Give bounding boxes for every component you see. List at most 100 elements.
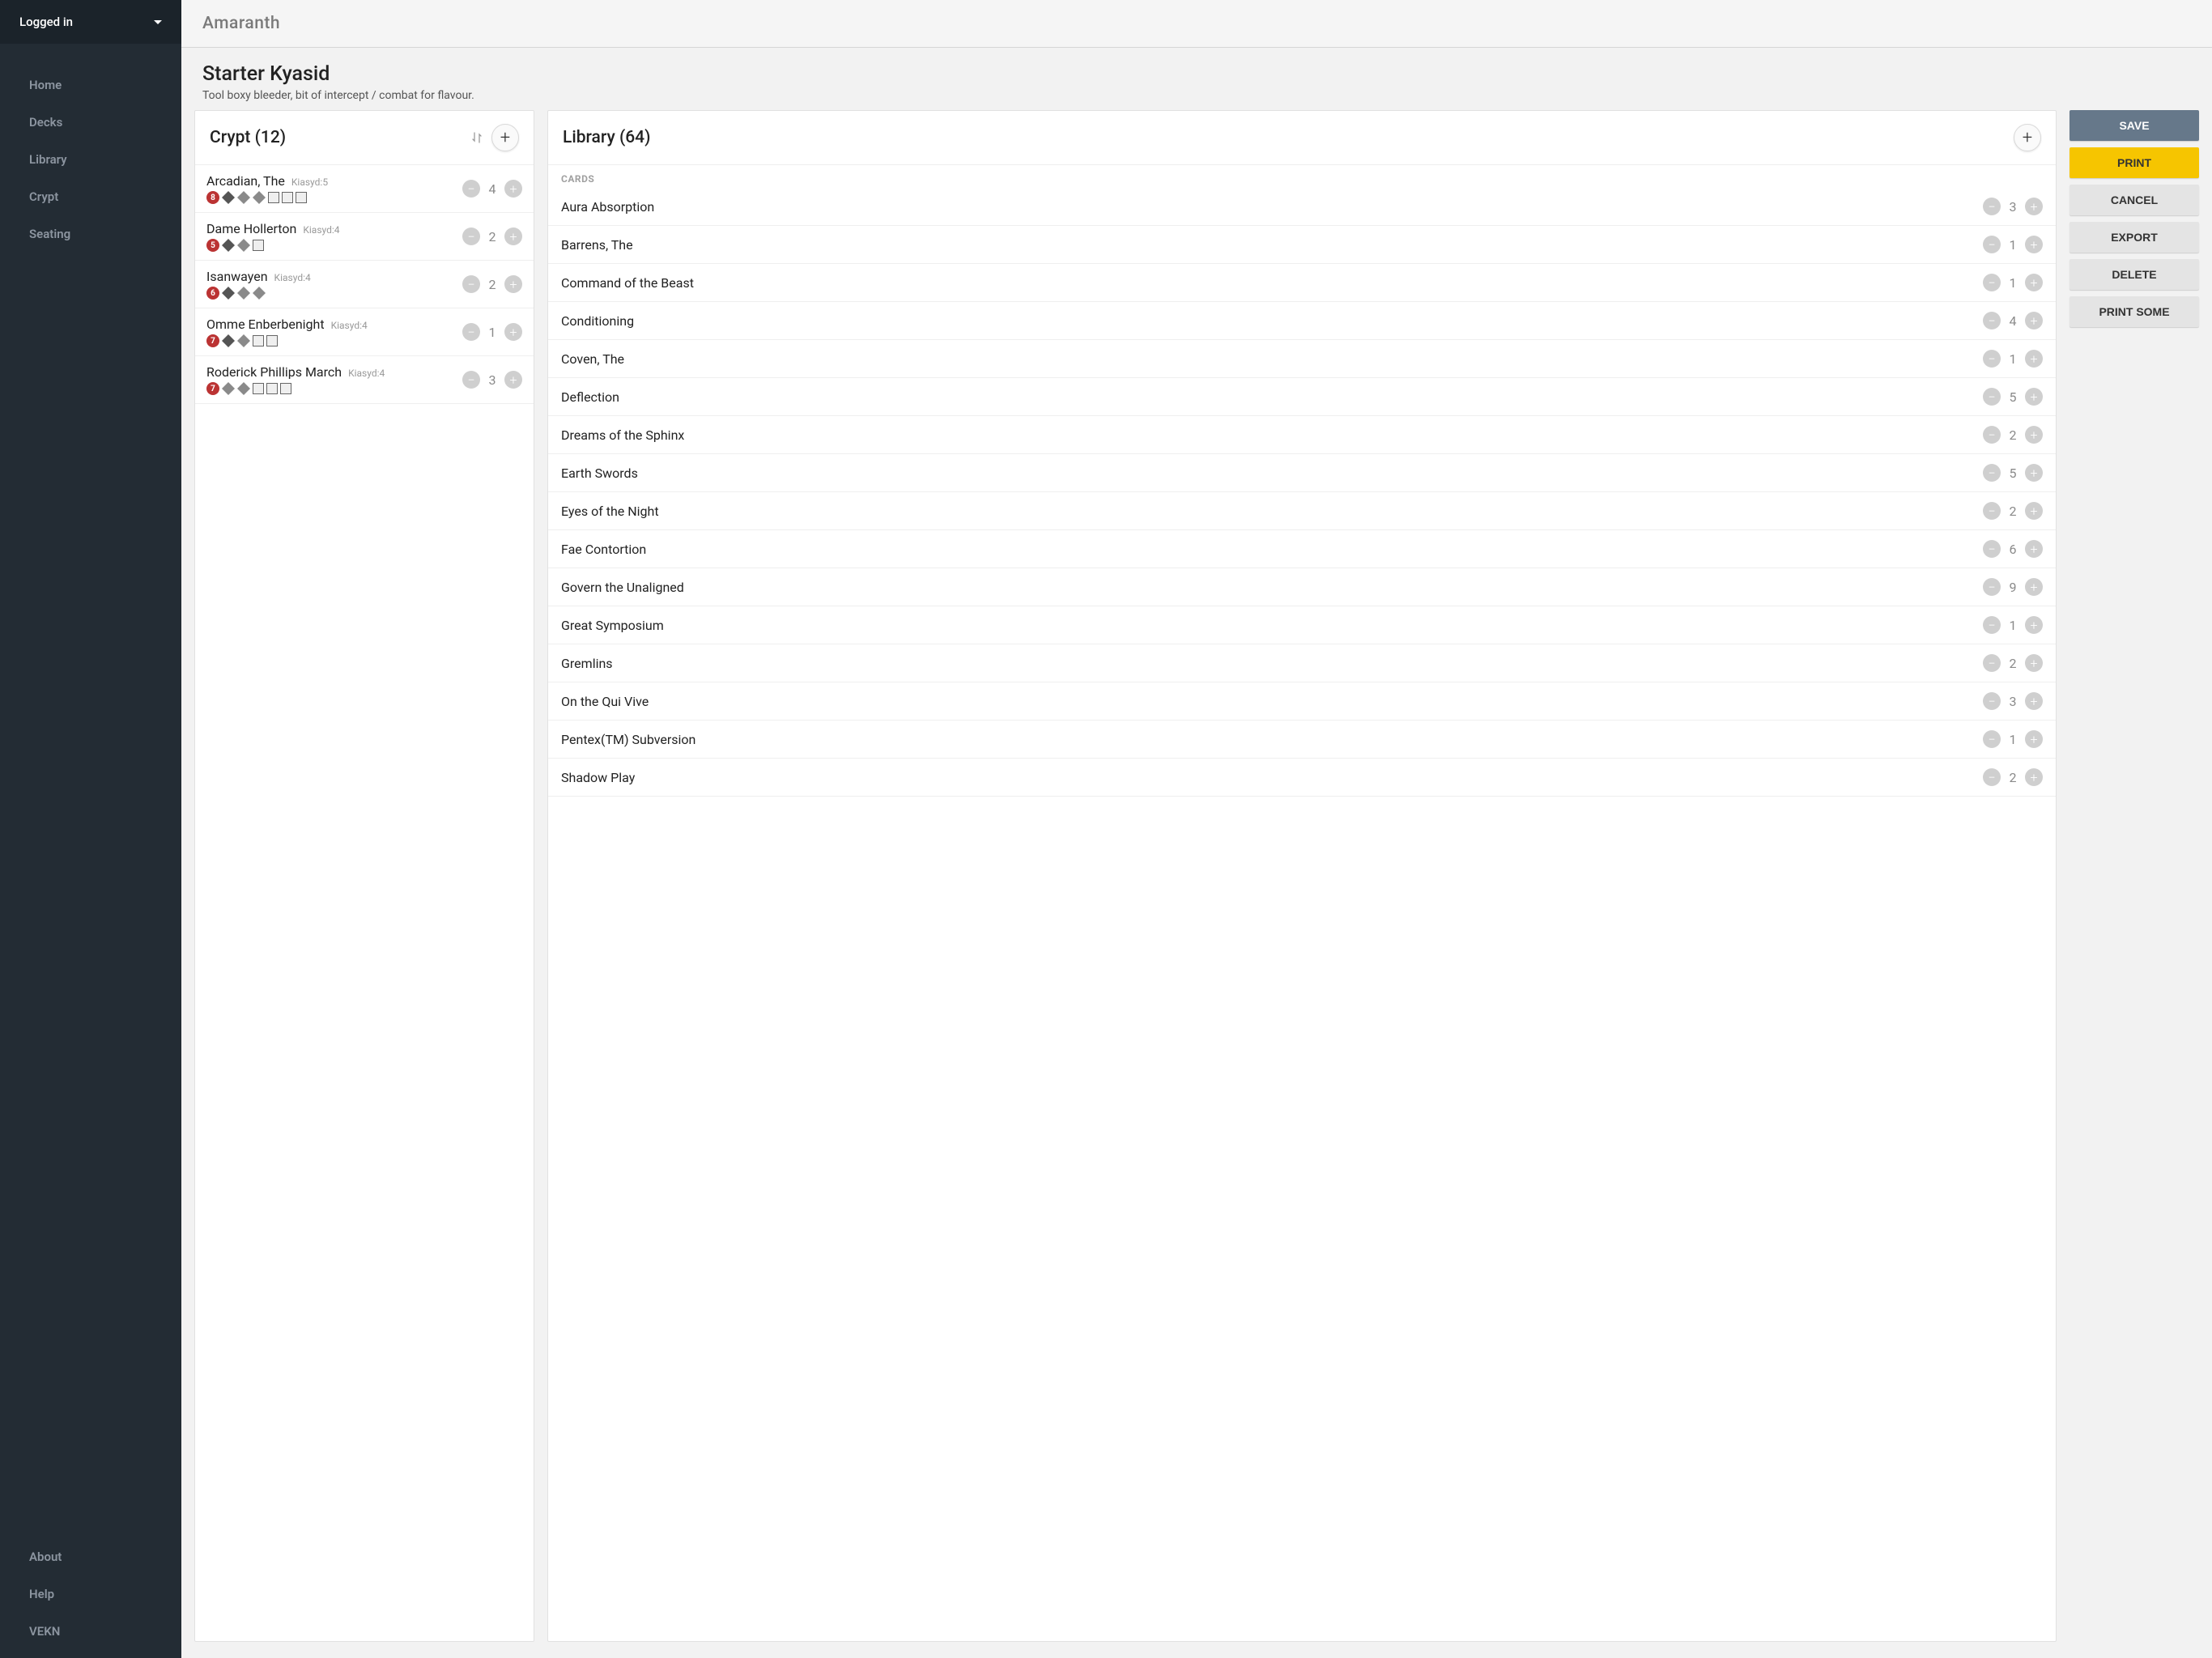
library-row[interactable]: Earth Swords−5+ — [548, 454, 2056, 492]
decrement-button[interactable]: − — [462, 371, 480, 389]
library-card-name: Shadow Play — [561, 770, 1976, 785]
login-dropdown[interactable]: Logged in — [0, 0, 181, 44]
increment-button[interactable]: + — [2025, 236, 2043, 253]
library-card-count: 3 — [2007, 694, 2018, 709]
sidebar-item-decks[interactable]: Decks — [0, 104, 181, 141]
discipline-icon — [266, 335, 278, 346]
increment-button[interactable]: + — [504, 323, 522, 341]
decrement-button[interactable]: − — [1983, 426, 2001, 444]
library-card-count: 4 — [2007, 313, 2018, 329]
increment-button[interactable]: + — [2025, 388, 2043, 406]
sort-icon[interactable] — [470, 131, 483, 144]
increment-button[interactable]: + — [504, 180, 522, 198]
decrement-button[interactable]: − — [1983, 236, 2001, 253]
crypt-card-count: 2 — [487, 229, 498, 244]
decrement-button[interactable]: − — [1983, 540, 2001, 558]
library-row[interactable]: Gremlins−2+ — [548, 644, 2056, 682]
sidebar-item-seating[interactable]: Seating — [0, 215, 181, 253]
crypt-card-tag: Kiasyd:5 — [291, 176, 328, 188]
increment-button[interactable]: + — [2025, 274, 2043, 291]
print-some-button[interactable]: PRINT SOME — [2069, 296, 2199, 327]
decrement-button[interactable]: − — [1983, 312, 2001, 329]
decrement-button[interactable]: − — [462, 180, 480, 198]
sidebar-item-home[interactable]: Home — [0, 66, 181, 104]
crypt-card-tag: Kiasyd:4 — [274, 272, 311, 283]
increment-button[interactable]: + — [2025, 426, 2043, 444]
decrement-button[interactable]: − — [1983, 654, 2001, 672]
sidebar-item-about[interactable]: About — [0, 1538, 181, 1575]
decrement-button[interactable]: − — [1983, 464, 2001, 482]
save-button[interactable]: SAVE — [2069, 110, 2199, 141]
library-row[interactable]: Shadow Play−2 + — [548, 759, 2056, 797]
increment-button[interactable]: + — [2025, 198, 2043, 215]
increment-button[interactable]: + — [2025, 578, 2043, 596]
discipline-icon — [237, 382, 250, 395]
library-row[interactable]: On the Qui Vive−3+ — [548, 682, 2056, 721]
sidebar-item-vekn[interactable]: VEKN — [0, 1613, 181, 1650]
library-card-count: 2 — [2007, 504, 2018, 519]
library-card-name: Aura Absorption — [561, 199, 1976, 215]
library-row[interactable]: Deflection−5+ — [548, 378, 2056, 416]
increment-button[interactable]: + — [2025, 654, 2043, 672]
crypt-row[interactable]: Roderick Phillips MarchKiasyd:47−3+ — [195, 356, 534, 404]
library-title: Library (64) — [563, 128, 2006, 147]
delete-button[interactable]: DELETE — [2069, 259, 2199, 290]
increment-button[interactable]: + — [2025, 502, 2043, 520]
increment-button[interactable]: + — [2025, 540, 2043, 558]
library-row[interactable]: Aura Absorption−3+ — [548, 188, 2056, 226]
increment-button[interactable]: + — [2025, 312, 2043, 329]
cancel-button[interactable]: CANCEL — [2069, 185, 2199, 215]
decrement-button[interactable]: − — [462, 227, 480, 245]
crypt-card-tag: Kiasyd:4 — [348, 368, 385, 379]
decrement-button[interactable]: − — [1983, 616, 2001, 634]
increment-button[interactable]: + — [2025, 464, 2043, 482]
decrement-button[interactable]: − — [1983, 350, 2001, 368]
decrement-button[interactable]: − — [462, 323, 480, 341]
library-row[interactable]: Eyes of the Night−2+ — [548, 492, 2056, 530]
crypt-add-button[interactable]: + — [491, 124, 519, 151]
increment-button[interactable]: + — [504, 371, 522, 389]
export-button[interactable]: EXPORT — [2069, 222, 2199, 253]
decrement-button[interactable]: − — [1983, 578, 2001, 596]
decrement-button[interactable]: − — [1983, 692, 2001, 710]
increment-button[interactable]: + — [2025, 692, 2043, 710]
library-row[interactable]: Command of the Beast−1+ — [548, 264, 2056, 302]
library-card-count: 2 — [2007, 770, 2018, 785]
decrement-button[interactable]: − — [1983, 274, 2001, 291]
decrement-button[interactable]: − — [1983, 502, 2001, 520]
library-row[interactable]: Pentex(TM) Subversion−1+ — [548, 721, 2056, 759]
sidebar-item-library[interactable]: Library — [0, 141, 181, 178]
increment-button[interactable]: + — [2025, 730, 2043, 748]
crypt-row[interactable]: Dame HollertonKiasyd:45−2+ — [195, 213, 534, 261]
crypt-row[interactable]: Omme EnberbenightKiasyd:47−1+ — [195, 308, 534, 356]
decrement-button[interactable]: − — [1983, 388, 2001, 406]
library-row[interactable]: Govern the Unaligned−9+ — [548, 568, 2056, 606]
increment-button[interactable]: + — [2025, 768, 2043, 786]
library-add-button[interactable]: + — [2014, 124, 2041, 151]
library-card-count: 5 — [2007, 466, 2018, 481]
decrement-button[interactable]: − — [1983, 768, 2001, 786]
library-card-count: 5 — [2007, 389, 2018, 405]
library-row[interactable]: Coven, The−1+ — [548, 340, 2056, 378]
increment-button[interactable]: + — [504, 227, 522, 245]
library-row[interactable]: Barrens, The−1+ — [548, 226, 2056, 264]
library-row[interactable]: Fae Contortion−6+ — [548, 530, 2056, 568]
discipline-icon — [268, 192, 279, 203]
sidebar-item-crypt[interactable]: Crypt — [0, 178, 181, 215]
library-row[interactable]: Great Symposium−1+ — [548, 606, 2056, 644]
crypt-title: Crypt (12) — [210, 128, 462, 147]
library-row[interactable]: Conditioning−4+ — [548, 302, 2056, 340]
discipline-row: 6 — [206, 287, 456, 300]
library-card-count: 1 — [2007, 275, 2018, 291]
decrement-button[interactable]: − — [1983, 198, 2001, 215]
library-row[interactable]: Dreams of the Sphinx−2+ — [548, 416, 2056, 454]
decrement-button[interactable]: − — [1983, 730, 2001, 748]
increment-button[interactable]: + — [504, 275, 522, 293]
print-button[interactable]: PRINT — [2069, 147, 2199, 178]
increment-button[interactable]: + — [2025, 350, 2043, 368]
crypt-row[interactable]: IsanwayenKiasyd:46−2+ — [195, 261, 534, 308]
crypt-row[interactable]: Arcadian, TheKiasyd:58−4+ — [195, 165, 534, 213]
sidebar-item-help[interactable]: Help — [0, 1575, 181, 1613]
decrement-button[interactable]: − — [462, 275, 480, 293]
increment-button[interactable]: + — [2025, 616, 2043, 634]
